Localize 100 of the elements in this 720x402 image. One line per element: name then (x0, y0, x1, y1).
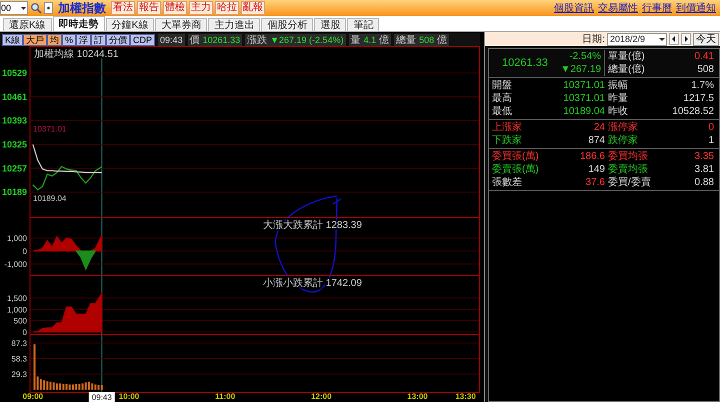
bar (66, 384, 68, 390)
change-value: ▼267.19 (-2.54%) (270, 34, 344, 44)
x-axis-label: 13:30 (455, 392, 476, 401)
x-axis-label: 11:00 (215, 392, 236, 401)
y-axis-label: 58.3 (11, 354, 27, 364)
stat-value: 1217.5 (682, 92, 715, 105)
stat-label: 漲停家 (608, 121, 639, 134)
feature-button[interactable]: 哈拉 (215, 1, 239, 15)
price-value: 10261.33 (202, 34, 240, 44)
feature-button[interactable]: 體檢 (163, 1, 187, 15)
stat-value: 874 (587, 134, 606, 147)
toggle-button[interactable]: 訂 (91, 34, 106, 46)
stat-value: 10371.01 (562, 79, 606, 92)
feature-button[interactable]: 亂報 (241, 1, 265, 15)
bar (72, 384, 74, 390)
bar (34, 344, 36, 390)
bar (56, 383, 58, 390)
stat-value: 508 (697, 63, 715, 76)
stat-label: 上漲家 (492, 121, 523, 134)
date-field[interactable]: 2018/2/9 (607, 32, 667, 46)
tab[interactable]: 還原K線 (3, 18, 52, 31)
stat-label: 委買張(萬) (492, 150, 540, 163)
bar (59, 383, 62, 390)
tab[interactable]: 選股 (314, 18, 346, 31)
header-link[interactable]: 到價通知 (676, 1, 716, 15)
y-axis-label: 1,500 (6, 294, 27, 303)
stat-label: 委賣均張 (608, 163, 649, 176)
header-link[interactable]: 行事曆 (642, 1, 672, 15)
stat-label: 最低 (492, 105, 513, 118)
header-link[interactable]: 個股資訊 (554, 1, 594, 15)
y-axis-label: 10189 (2, 187, 27, 198)
bar (43, 380, 46, 390)
volume-unit: 億 (379, 34, 390, 46)
y-axis-label: 10257 (2, 163, 27, 174)
toggle-button[interactable]: K線 (2, 34, 24, 46)
stat-label: 昨量 (608, 92, 629, 105)
stat-value: 186.6 (578, 150, 606, 163)
stat-label: 昨收 (608, 105, 629, 118)
stat-value: 0.88 (694, 176, 715, 189)
line-series (32, 166, 102, 190)
tab[interactable]: 大單券商 (155, 18, 208, 31)
search-icon[interactable] (30, 2, 42, 14)
stat-label: 最高 (492, 92, 513, 105)
stat-label: 振幅 (608, 79, 629, 92)
feature-button[interactable]: 主力 (189, 1, 213, 15)
volume-value: 4.1 (364, 34, 376, 44)
stat-value: 37.6 (584, 176, 606, 189)
value-label: 10189.04 (33, 194, 66, 204)
tab[interactable]: 主力進出 (208, 18, 260, 31)
stat-value: 1 (707, 134, 715, 147)
tab[interactable]: 個股分析 (261, 18, 314, 31)
bar (75, 384, 78, 390)
bar (46, 381, 48, 390)
stat-value: 3.81 (694, 163, 715, 176)
change-label: 漲跌 (247, 34, 268, 46)
toggle-button[interactable]: 分價 (106, 34, 130, 46)
feature-button[interactable]: 報告 (137, 1, 161, 15)
bar (88, 382, 90, 390)
stat-value: 149 (587, 163, 606, 176)
toggle-button[interactable]: 均 (47, 34, 62, 46)
y-axis-label: 10461 (2, 92, 27, 102)
x-axis-label: 13:00 (407, 392, 428, 401)
stat-value: 10189.04 (562, 105, 606, 118)
stat-value: 0.41 (694, 50, 715, 63)
stat-label: 委賣張(萬) (492, 163, 540, 176)
y-axis-label: 87.3 (11, 338, 27, 348)
stat-value: 3.35 (694, 150, 715, 163)
price-label: 價 (190, 34, 200, 46)
stat-value: 10371.01 (562, 92, 606, 105)
bar (82, 383, 84, 390)
value-label: 10371.01 (33, 124, 66, 134)
total-volume-value: 508 (419, 34, 434, 44)
stat-label: 總量(億) (608, 63, 645, 76)
tab[interactable]: 分鐘K線 (106, 18, 154, 31)
stat-label: 委買/委賣 (608, 176, 652, 189)
time-readout: 09:43 (158, 34, 185, 46)
y-axis-label: 29.3 (11, 370, 27, 380)
bar (40, 379, 42, 390)
stat-label: 張數差 (492, 176, 523, 189)
toggle-button[interactable]: % (62, 34, 76, 46)
bar (94, 384, 96, 390)
toggle-button[interactable]: CDP (130, 34, 156, 46)
stat-label: 開盤 (492, 79, 513, 92)
y-axis-label: -1,000 (4, 260, 27, 269)
today-button[interactable]: 今天 (693, 32, 719, 46)
tab[interactable]: 即時走勢 (52, 16, 105, 31)
total-volume-label: 總量 (396, 34, 416, 46)
symbol-input[interactable]: 00 (0, 1, 28, 15)
tab[interactable]: 筆記 (347, 18, 380, 31)
date-label: 日期: (582, 32, 605, 46)
dot-button-icon[interactable] (44, 2, 53, 14)
toggle-button[interactable]: 大戶 (23, 34, 48, 46)
header-link[interactable]: 交易屬性 (598, 1, 638, 15)
y-axis-label: 10393 (2, 116, 27, 126)
x-axis-label: 10:00 (118, 392, 140, 401)
index-title: 加權指數 (58, 0, 106, 16)
toggle-button[interactable]: 浮 (76, 34, 92, 46)
feature-button[interactable]: 看法 (111, 1, 135, 15)
volume-label: 量 (350, 34, 361, 46)
y-axis-label: 10325 (2, 139, 27, 150)
